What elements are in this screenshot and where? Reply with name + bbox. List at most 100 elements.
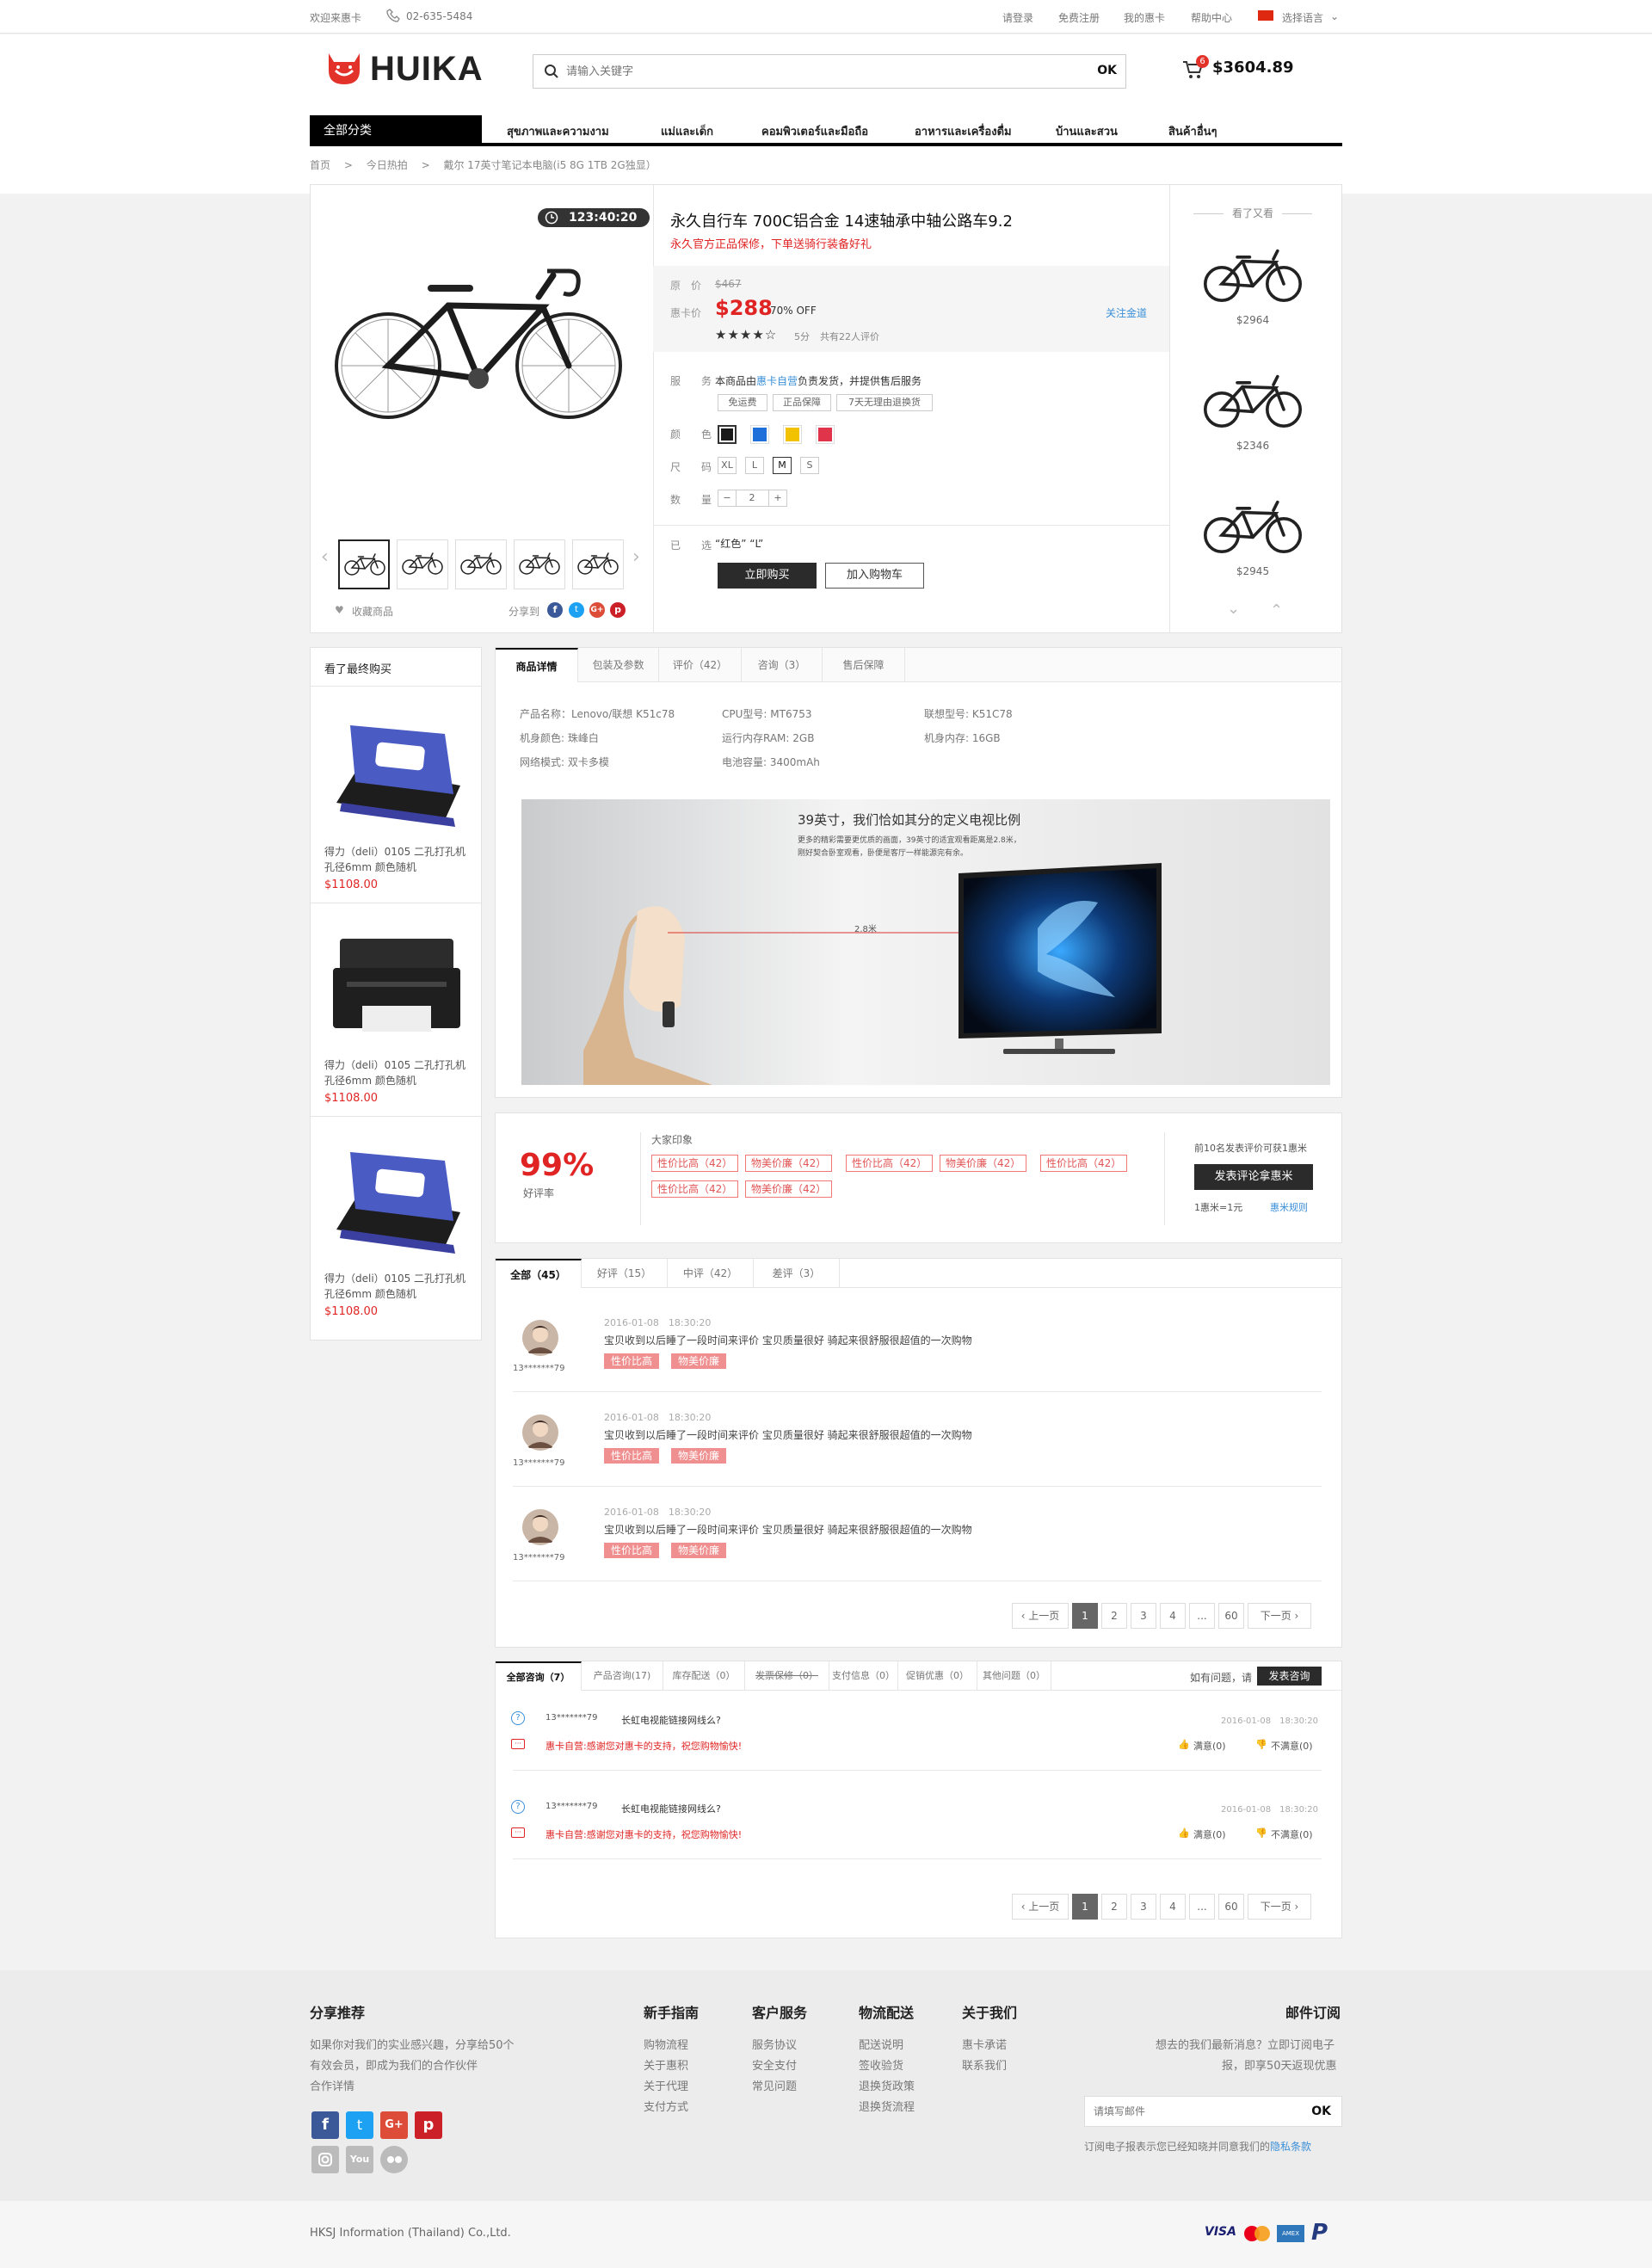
- pager-page[interactable]: 2: [1101, 1603, 1127, 1629]
- detail-tab[interactable]: 咨询（3）: [742, 648, 823, 682]
- qa-tab[interactable]: 库存配送（0）: [663, 1661, 745, 1691]
- footer-link[interactable]: 支付方式: [644, 2098, 688, 2114]
- follow-link[interactable]: 关注金道: [1106, 305, 1147, 320]
- pager-page[interactable]: ...: [1189, 1603, 1215, 1629]
- pager-page[interactable]: 2: [1101, 1894, 1127, 1920]
- pinterest-icon[interactable]: p: [610, 602, 626, 618]
- thumbs-up-icon[interactable]: 👍: [1178, 1827, 1190, 1839]
- search-button[interactable]: OK: [1097, 64, 1117, 77]
- newsletter-email-input[interactable]: [1094, 2104, 1300, 2119]
- nav-item-food[interactable]: อาหารและเครื่องดื่ม: [915, 122, 1012, 140]
- qa-tab[interactable]: 促销优惠（0）: [898, 1661, 977, 1691]
- thumb-next-arrow[interactable]: ›: [632, 546, 640, 568]
- instagram-icon[interactable]: [311, 2146, 339, 2173]
- breadcrumb-home[interactable]: 首页: [310, 159, 330, 171]
- privacy-link[interactable]: 隐私条款: [1270, 2141, 1311, 2153]
- qa-useless[interactable]: 不满意(0): [1271, 1739, 1313, 1753]
- detail-tab[interactable]: 评价（42）: [659, 648, 742, 682]
- product-thumbnail[interactable]: [338, 539, 390, 589]
- share-details-link[interactable]: 合作详情: [310, 2077, 354, 2093]
- product-thumbnail[interactable]: [455, 539, 507, 589]
- review-tab[interactable]: 中评（42）: [668, 1259, 754, 1288]
- qa-tab[interactable]: 支付信息（0）: [829, 1661, 898, 1691]
- viewed-item[interactable]: $2964: [1197, 242, 1309, 326]
- cart-total[interactable]: $3604.89: [1212, 59, 1294, 77]
- pager-page[interactable]: 3: [1131, 1603, 1156, 1629]
- qa-useful[interactable]: 满意(0): [1193, 1739, 1226, 1753]
- login-link[interactable]: 请登录: [1002, 10, 1033, 25]
- color-swatch[interactable]: [750, 425, 769, 444]
- footer-link[interactable]: 退换货政策: [859, 2077, 915, 2093]
- nav-item-beauty[interactable]: สุขภาพและความงาม: [507, 122, 609, 140]
- pager-page[interactable]: 1: [1072, 1894, 1098, 1920]
- impression-tag[interactable]: 性价比高（42）: [651, 1180, 739, 1198]
- facebook-icon[interactable]: f: [311, 2111, 339, 2139]
- viewed-item[interactable]: $2346: [1197, 367, 1309, 452]
- footer-link[interactable]: 签收验货: [859, 2056, 903, 2073]
- product-thumbnail[interactable]: [397, 539, 448, 589]
- newsletter-submit-button[interactable]: OK: [1311, 2105, 1331, 2118]
- pager-page[interactable]: 4: [1160, 1894, 1186, 1920]
- color-swatch[interactable]: [816, 425, 835, 444]
- viewed-up-arrow[interactable]: ⌃: [1270, 601, 1283, 619]
- impression-tag[interactable]: 物美价廉（42）: [745, 1180, 833, 1198]
- qa-useless[interactable]: 不满意(0): [1271, 1827, 1313, 1841]
- pager-page[interactable]: ...: [1189, 1894, 1215, 1920]
- all-categories-button[interactable]: 全部分类: [310, 115, 482, 146]
- qa-tab[interactable]: 其他问题（0）: [977, 1661, 1051, 1691]
- pager-prev[interactable]: ‹ 上一页: [1012, 1894, 1069, 1920]
- twitter-icon[interactable]: t: [569, 602, 584, 618]
- size-option[interactable]: M: [773, 457, 792, 474]
- thumb-prev-arrow[interactable]: ‹: [321, 546, 329, 568]
- nav-item-home[interactable]: บ้านและสวน: [1056, 122, 1118, 140]
- favorite-link[interactable]: 收藏商品: [352, 604, 393, 619]
- thumbs-up-icon[interactable]: 👍: [1178, 1739, 1190, 1750]
- buy-now-button[interactable]: 立即购买: [718, 563, 817, 589]
- register-link[interactable]: 免费注册: [1058, 10, 1100, 25]
- review-count[interactable]: 共有22人评价: [820, 330, 879, 343]
- pager-page[interactable]: 60: [1218, 1894, 1244, 1920]
- sidebar-item-name[interactable]: 得力（deli）0105 二孔打孔机孔径6mm 颜色随机: [324, 1271, 471, 1302]
- youtube-icon[interactable]: You: [346, 2146, 373, 2173]
- qa-tab[interactable]: 全部咨询（7）: [496, 1661, 582, 1691]
- review-tab[interactable]: 差评（3）: [754, 1259, 840, 1288]
- pager-page[interactable]: 4: [1160, 1603, 1186, 1629]
- thumbs-down-icon[interactable]: 👎: [1255, 1739, 1267, 1750]
- impression-tag[interactable]: 物美价廉（42）: [940, 1155, 1027, 1172]
- pager-next[interactable]: 下一页 ›: [1248, 1603, 1311, 1629]
- google-plus-icon[interactable]: G+: [589, 602, 605, 618]
- viewed-item[interactable]: $2945: [1197, 493, 1309, 577]
- review-tab[interactable]: 好评（15）: [582, 1259, 668, 1288]
- sidebar-item-image[interactable]: [324, 700, 469, 837]
- detail-tab[interactable]: 包装及参数: [578, 648, 659, 682]
- qty-minus-button[interactable]: −: [718, 490, 737, 507]
- impression-tag[interactable]: 性价比高（42）: [1040, 1155, 1128, 1172]
- qa-useful[interactable]: 满意(0): [1193, 1827, 1226, 1841]
- footer-link[interactable]: 配送说明: [859, 2036, 903, 2052]
- viewed-item-image[interactable]: [1201, 242, 1304, 305]
- qty-plus-button[interactable]: +: [768, 490, 787, 507]
- review-tab[interactable]: 全部（45）: [496, 1259, 582, 1288]
- self-operated-link[interactable]: 惠卡自营: [756, 375, 798, 387]
- footer-link[interactable]: 惠卡承诺: [962, 2036, 1007, 2052]
- footer-link[interactable]: 服务协议: [752, 2036, 797, 2052]
- sidebar-item-image[interactable]: [324, 1126, 469, 1264]
- footer-link[interactable]: 关于惠积: [644, 2056, 688, 2073]
- add-to-cart-button[interactable]: 加入购物车: [825, 563, 924, 589]
- pinterest-icon[interactable]: p: [415, 2111, 442, 2139]
- pager-page[interactable]: 60: [1218, 1603, 1244, 1629]
- footer-link[interactable]: 关于代理: [644, 2077, 688, 2093]
- detail-tab[interactable]: 售后保障: [823, 648, 905, 682]
- product-main-image[interactable]: [328, 237, 638, 443]
- footer-link[interactable]: 安全支付: [752, 2056, 797, 2073]
- flickr-icon[interactable]: [380, 2146, 408, 2173]
- footer-link[interactable]: 退换货流程: [859, 2098, 915, 2114]
- nav-item-others[interactable]: สินค้าอื่นๆ: [1168, 122, 1217, 140]
- size-option[interactable]: XL: [718, 457, 737, 474]
- twitter-icon[interactable]: t: [346, 2111, 373, 2139]
- pager-next[interactable]: 下一页 ›: [1248, 1894, 1311, 1920]
- impression-tag[interactable]: 物美价廉（42）: [745, 1155, 833, 1172]
- help-link[interactable]: 帮助中心: [1191, 10, 1232, 25]
- breadcrumb-category[interactable]: 今日热拍: [367, 159, 408, 171]
- nav-item-baby[interactable]: แม่และเด็ก: [661, 122, 713, 140]
